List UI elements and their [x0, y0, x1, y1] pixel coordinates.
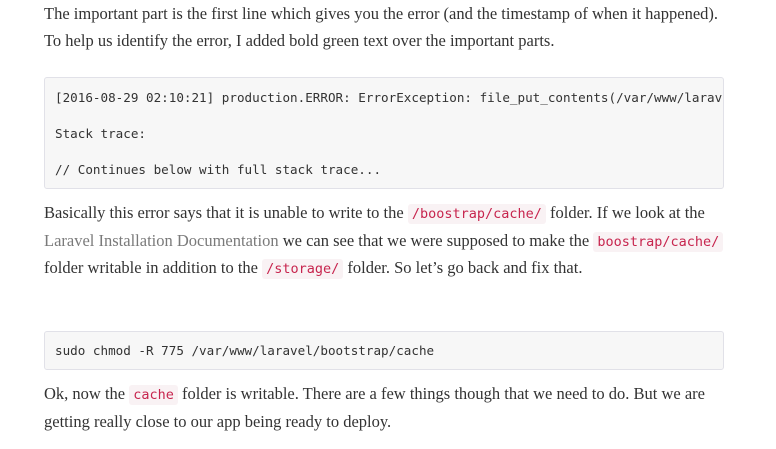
inline-code-storage: /storage/ [262, 259, 344, 279]
paragraph-conclusion: Ok, now the cache folder is writable. Th… [44, 381, 734, 435]
laravel-installation-docs-link[interactable]: Laravel Installation Documentation [44, 231, 279, 250]
text-segment: folder. If we look at the [545, 203, 705, 222]
code-line-error: [2016-08-29 02:10:21] production.ERROR: … [55, 90, 724, 105]
inline-code-cache: cache [129, 385, 178, 405]
code-line-stack-trace: Stack trace: [55, 126, 146, 141]
text-segment: Ok, now the [44, 384, 130, 403]
text-segment: we can see that we were supposed to make… [278, 230, 594, 250]
code-line-chmod: sudo chmod -R 775 /var/www/laravel/boots… [55, 343, 435, 358]
error-log-code-block[interactable]: [2016-08-29 02:10:21] production.ERROR: … [44, 77, 724, 189]
inline-code-bootstrap-cache: boostrap/cache/ [593, 231, 724, 252]
code-line-comment: // Continues below with full stack trace… [55, 162, 382, 177]
text-segment: folder. So let’s go back and fix that. [343, 258, 583, 277]
inline-code-bootstrap-cache-path: /boostrap/cache/ [407, 204, 546, 224]
chmod-command-code-block[interactable]: sudo chmod -R 775 /var/www/laravel/boots… [44, 331, 724, 370]
text-segment: Basically this error says that it is una… [44, 203, 408, 222]
paragraph-intro: The important part is the first line whi… [44, 4, 719, 50]
text-segment: folder writable in addition to the [44, 258, 263, 277]
paragraph-explanation: Basically this error says that it is una… [44, 200, 734, 283]
